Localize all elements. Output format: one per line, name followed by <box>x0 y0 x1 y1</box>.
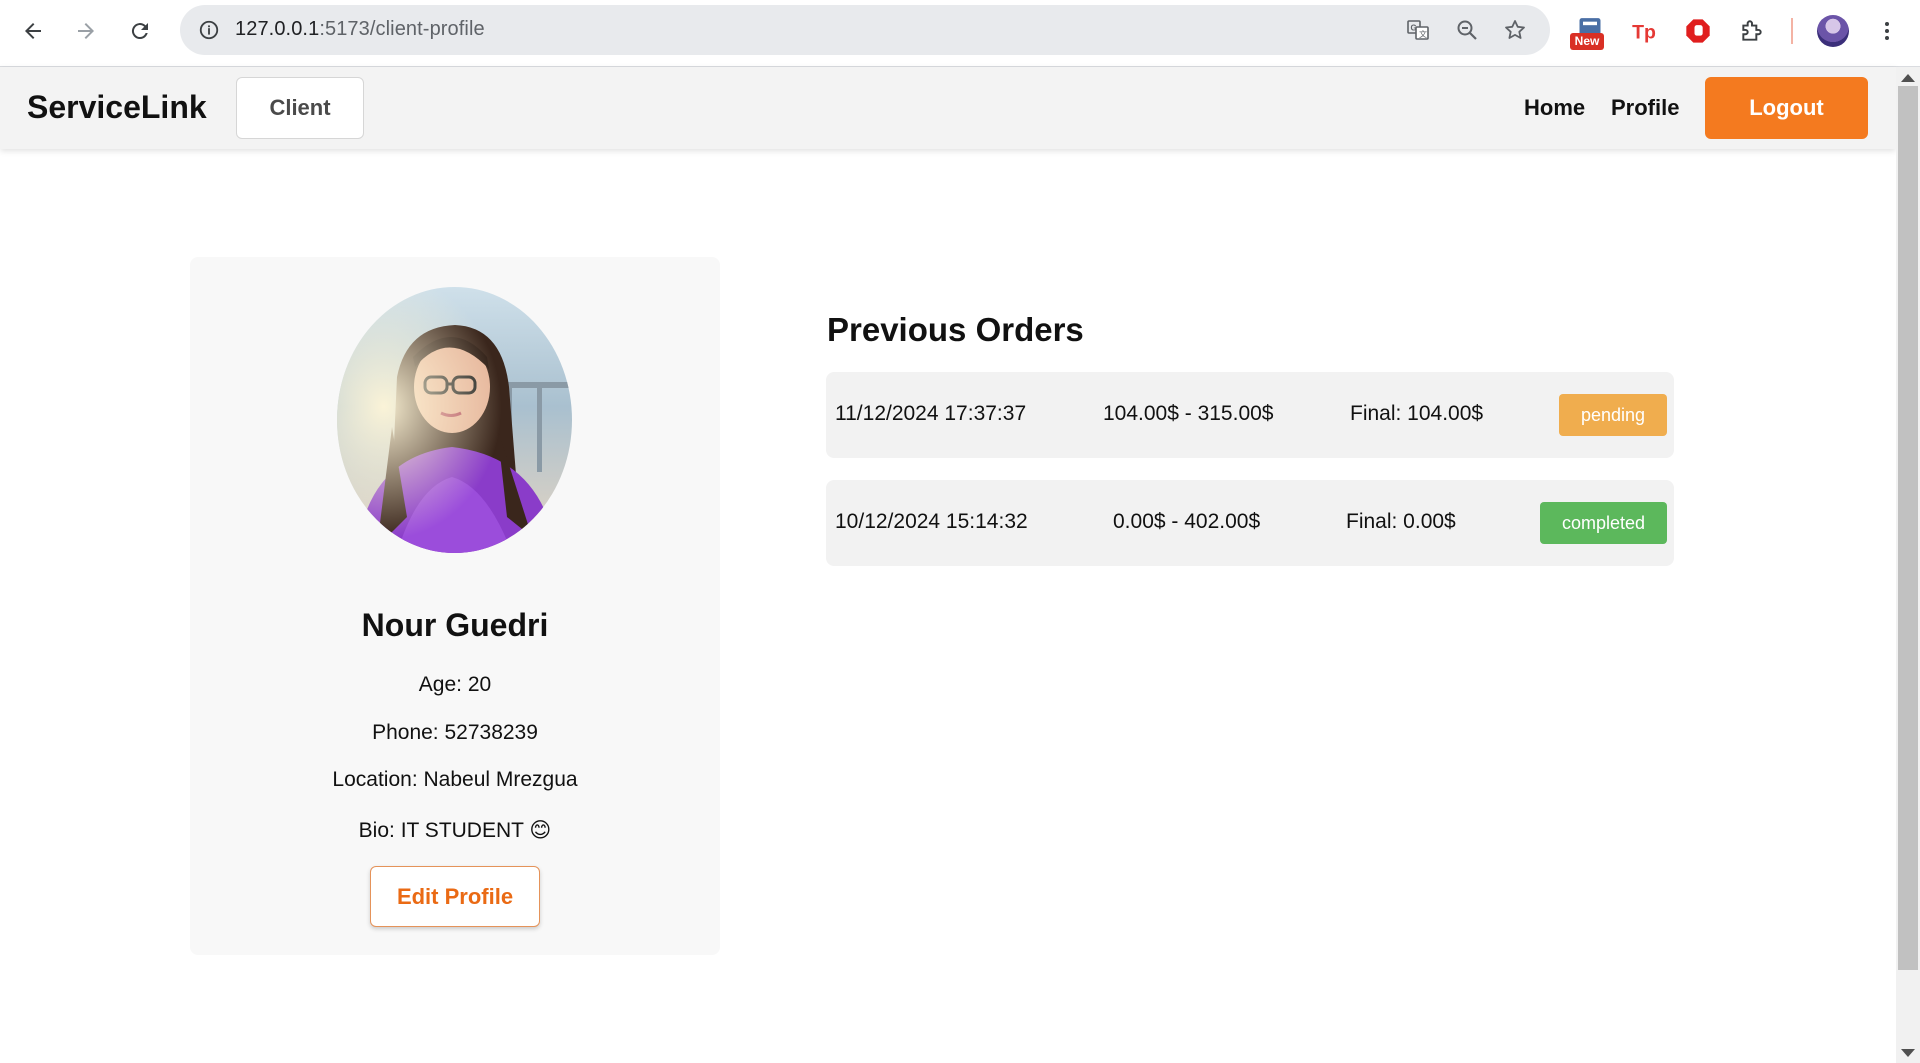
nav-home-link[interactable]: Home <box>1524 95 1585 121</box>
bookmark-star-icon[interactable] <box>1500 15 1530 45</box>
svg-text:Tp: Tp <box>1632 22 1656 44</box>
new-badge: New <box>1570 33 1604 50</box>
scroll-up-icon[interactable] <box>1901 74 1915 82</box>
extensions-puzzle-icon[interactable] <box>1733 12 1771 50</box>
extension-adblock-icon[interactable] <box>1679 12 1717 50</box>
more-menu-icon[interactable] <box>1868 12 1906 50</box>
edit-profile-button[interactable]: Edit Profile <box>370 866 540 927</box>
back-icon[interactable] <box>14 12 52 50</box>
logout-button[interactable]: Logout <box>1705 77 1868 139</box>
translate-icon[interactable]: G文 <box>1403 15 1433 45</box>
role-client-button[interactable]: Client <box>236 77 364 139</box>
forward-icon[interactable] <box>67 12 105 50</box>
order-row[interactable]: 10/12/2024 15:14:32 0.00$ - 402.00$ Fina… <box>826 480 1674 566</box>
reload-icon[interactable] <box>121 12 159 50</box>
app-navbar: ServiceLink Client Home Profile Logout <box>0 67 1896 149</box>
brand-logo[interactable]: ServiceLink <box>27 89 207 126</box>
nav-profile-link[interactable]: Profile <box>1611 95 1679 121</box>
scroll-down-icon[interactable] <box>1901 1049 1915 1057</box>
profile-age: Age: 20 <box>418 673 492 696</box>
browser-toolbar: 127.0.0.1:5173/client-profile G文 New Tp <box>0 0 1920 67</box>
zoom-out-icon[interactable] <box>1452 15 1482 45</box>
profile-bio: Bio: IT STUDENT 😊 <box>358 819 552 842</box>
url-path: :5173/client-profile <box>319 18 485 40</box>
site-info-icon[interactable] <box>192 13 226 47</box>
toolbar-divider <box>1791 18 1793 44</box>
order-final-price: Final: 0.00$ <box>1346 510 1456 533</box>
status-badge: pending <box>1559 394 1667 436</box>
orders-title: Previous Orders <box>827 311 1084 348</box>
order-date: 10/12/2024 15:14:32 <box>835 510 1028 533</box>
profile-card: Nour Guedri Age: 20 Phone: 52738239 Loca… <box>190 257 720 955</box>
profile-name: Nour Guedri <box>361 607 549 643</box>
profile-avatar <box>337 287 572 553</box>
order-row[interactable]: 11/12/2024 17:37:37 104.00$ - 315.00$ Fi… <box>826 372 1674 458</box>
url-host: 127.0.0.1 <box>235 18 320 40</box>
profile-phone: Phone: 52738239 <box>372 721 538 744</box>
status-badge: completed <box>1540 502 1667 544</box>
order-price-range: 0.00$ - 402.00$ <box>1113 510 1261 533</box>
order-price-range: 104.00$ - 315.00$ <box>1103 402 1274 425</box>
order-date: 11/12/2024 17:37:37 <box>835 402 1027 425</box>
profile-location: Location: Nabeul Mrezgua <box>332 768 578 791</box>
svg-text:G: G <box>1411 24 1417 33</box>
profile-avatar-icon[interactable] <box>1817 15 1849 47</box>
url-text[interactable]: 127.0.0.1:5173/client-profile <box>235 18 485 41</box>
address-bar[interactable]: 127.0.0.1:5173/client-profile G文 <box>180 5 1550 55</box>
svg-text:文: 文 <box>1419 29 1427 39</box>
extension-tp-icon[interactable]: Tp <box>1625 12 1663 50</box>
scrollbar-thumb[interactable] <box>1898 86 1918 970</box>
order-final-price: Final: 104.00$ <box>1350 402 1484 425</box>
